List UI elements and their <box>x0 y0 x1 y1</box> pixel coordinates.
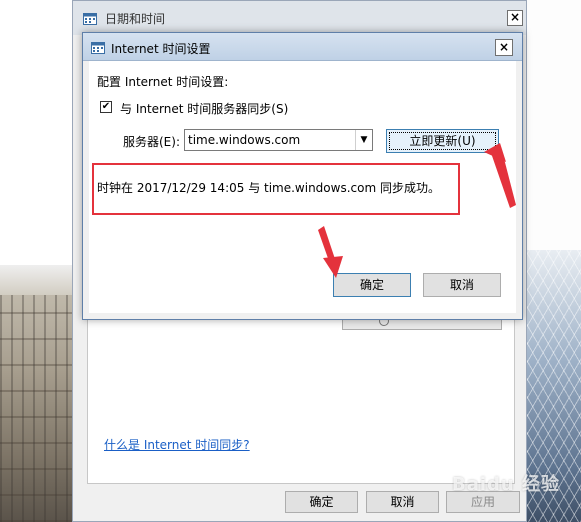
status-highlight-box <box>92 163 460 215</box>
ok-button[interactable]: 确定 <box>333 273 411 297</box>
close-icon[interactable]: × <box>507 10 523 26</box>
clock-calendar-icon <box>83 13 97 25</box>
background-photo-building <box>0 265 78 522</box>
background-photo-top <box>526 0 581 250</box>
close-icon[interactable]: × <box>495 39 513 56</box>
outer-cancel-button[interactable]: 取消 <box>366 491 439 513</box>
sync-checkbox[interactable]: ✔ <box>100 101 112 113</box>
cancel-button[interactable]: 取消 <box>423 273 501 297</box>
internet-time-title: Internet 时间设置 <box>111 42 211 56</box>
server-combobox[interactable]: time.windows.com ▼ <box>184 129 373 151</box>
chevron-down-icon[interactable]: ▼ <box>355 130 372 150</box>
watermark: Baidu 经验 <box>452 474 561 495</box>
update-now-button[interactable]: 立即更新(U) <box>386 129 499 153</box>
server-value: time.windows.com <box>188 133 301 147</box>
outer-ok-button[interactable]: 确定 <box>285 491 358 513</box>
server-label: 服务器(E): <box>123 135 180 149</box>
internet-time-titlebar[interactable]: Internet 时间设置 × <box>83 33 522 61</box>
date-time-titlebar[interactable]: 日期和时间 × <box>73 1 526 35</box>
sync-checkbox-label[interactable]: 与 Internet 时间服务器同步(S) <box>120 100 288 117</box>
config-label: 配置 Internet 时间设置: <box>97 75 229 89</box>
internet-time-sync-help-link[interactable]: 什么是 Internet 时间同步? <box>104 436 250 453</box>
date-time-title: 日期和时间 <box>105 12 166 26</box>
clock-calendar-icon <box>91 42 105 54</box>
